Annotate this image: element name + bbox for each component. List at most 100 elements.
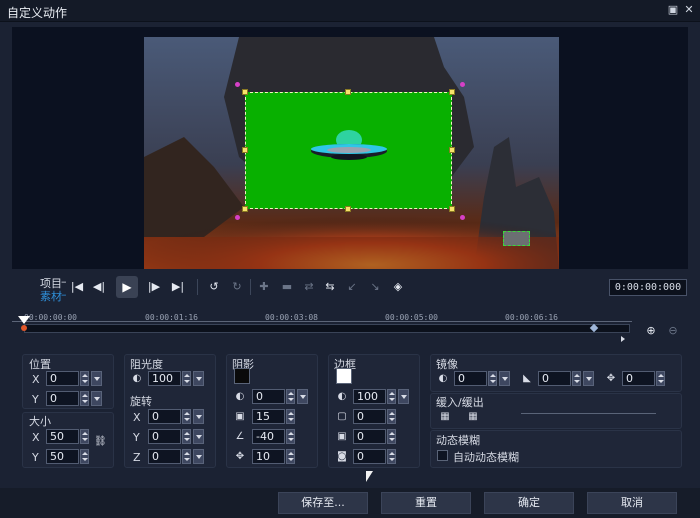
save-as-button[interactable]: 保存至... <box>278 492 368 514</box>
timecode-field[interactable]: 0:00:00:000 <box>609 279 687 296</box>
mirror-fade-icon: ◣ <box>523 373 531 384</box>
shadow-distance-stepper[interactable] <box>286 449 295 464</box>
auto-motion-blur-checkbox[interactable] <box>437 450 448 461</box>
distort-handle[interactable] <box>235 82 240 87</box>
mirror-opacity-input[interactable]: 0 <box>454 371 487 386</box>
maximize-icon[interactable]: ▣ <box>667 4 679 16</box>
border-opacity-input[interactable]: 100 <box>353 389 386 404</box>
distort-handle[interactable] <box>460 82 465 87</box>
border-opacity-stepper[interactable] <box>387 389 396 404</box>
shadow-angle-input[interactable]: -40 <box>252 429 285 444</box>
position-y-input[interactable]: 0 <box>46 391 79 406</box>
zoom-in-icon[interactable]: ⊕ <box>641 322 661 340</box>
rotation-z-input[interactable]: 0 <box>148 449 181 464</box>
size-y-input[interactable]: 50 <box>46 449 79 464</box>
resize-handle[interactable] <box>449 147 455 153</box>
shadow-angle-icon: ∠ <box>235 431 245 442</box>
preview-canvas[interactable] <box>144 37 559 269</box>
cancel-button[interactable]: 取消 <box>587 492 677 514</box>
mirror-offset-stepper[interactable] <box>656 371 665 386</box>
zoom-out-icon[interactable]: ⊖ <box>663 322 683 340</box>
resize-handle[interactable] <box>242 147 248 153</box>
resize-handle[interactable] <box>449 206 455 212</box>
border-width-stepper[interactable] <box>387 429 396 444</box>
mirror-fade-input[interactable]: 0 <box>538 371 571 386</box>
rotation-y-stepper[interactable] <box>182 429 191 444</box>
distort-handle[interactable] <box>460 215 465 220</box>
rotation-x-input[interactable]: 0 <box>148 409 181 424</box>
border-feather-input[interactable]: 0 <box>353 449 386 464</box>
clip-label[interactable]: 素材 <box>40 288 62 304</box>
rotation-y-dropdown[interactable] <box>193 429 204 444</box>
shadow-opacity-input[interactable]: 0 <box>252 389 285 404</box>
resize-handle[interactable] <box>345 89 351 95</box>
ease-in-icon[interactable]: ▦ <box>439 411 451 423</box>
link-aspect-icon[interactable]: ⛓ <box>94 436 107 448</box>
resize-handle[interactable] <box>242 206 248 212</box>
go-to-end-icon[interactable]: ▶| <box>168 278 188 296</box>
border-feather-stepper[interactable] <box>387 449 396 464</box>
border-width-input[interactable]: 0 <box>353 429 386 444</box>
size-y-stepper[interactable] <box>80 449 89 464</box>
rotation-y-input[interactable]: 0 <box>148 429 181 444</box>
rotation-x-dropdown[interactable] <box>193 409 204 424</box>
playhead-position <box>21 325 27 331</box>
opacity-dropdown[interactable] <box>193 371 204 386</box>
keyframe-options-icon[interactable]: ◈ <box>388 278 408 296</box>
border-opacity-dropdown[interactable] <box>398 389 409 404</box>
mirror-opacity-stepper[interactable] <box>488 371 497 386</box>
border-color-swatch[interactable] <box>336 368 352 384</box>
ok-button[interactable]: 确定 <box>484 492 574 514</box>
opacity-stepper[interactable] <box>182 371 191 386</box>
previous-frame-icon[interactable]: ◀| <box>89 278 109 296</box>
shadow-distance-input[interactable]: 10 <box>252 449 285 464</box>
shadow-color-swatch[interactable] <box>234 368 250 384</box>
ease-slider[interactable] <box>521 413 656 414</box>
size-x-input[interactable]: 50 <box>46 429 79 444</box>
mirror-opacity-dropdown[interactable] <box>499 371 510 386</box>
close-icon[interactable]: ✕ <box>683 4 695 16</box>
resize-handle[interactable] <box>242 89 248 95</box>
mirror-fade-dropdown[interactable] <box>583 371 594 386</box>
move-keyframe-left-icon[interactable]: ↙ <box>342 278 362 296</box>
distort-handle[interactable] <box>235 215 240 220</box>
move-keyframe-right-icon[interactable]: ↘ <box>365 278 385 296</box>
reverse-keyframe-icon[interactable]: ⇄ <box>299 278 319 296</box>
border-corner-input[interactable]: 0 <box>353 409 386 424</box>
keyframe-track[interactable] <box>24 324 630 333</box>
border-corner-stepper[interactable] <box>387 409 396 424</box>
position-y-dropdown[interactable] <box>91 391 102 406</box>
redo-icon[interactable]: ↻ <box>227 278 247 296</box>
next-frame-icon[interactable]: |▶ <box>144 278 164 296</box>
position-x-stepper[interactable] <box>80 371 89 386</box>
mirror-fade-stepper[interactable] <box>572 371 581 386</box>
position-x-dropdown[interactable] <box>91 371 102 386</box>
position-x-input[interactable]: 0 <box>46 371 79 386</box>
rotation-z-stepper[interactable] <box>182 449 191 464</box>
add-keyframe-icon[interactable]: ✚ <box>254 278 274 296</box>
size-x-stepper[interactable] <box>80 429 89 444</box>
shadow-opacity-stepper[interactable] <box>286 389 295 404</box>
ease-out-icon[interactable]: ▦ <box>467 411 479 423</box>
shadow-blur-input[interactable]: 15 <box>252 409 285 424</box>
opacity-input[interactable]: 100 <box>148 371 181 386</box>
resize-handle[interactable] <box>345 206 351 212</box>
swap-icon[interactable]: ⇆ <box>320 278 340 296</box>
play-button[interactable]: ▶ <box>116 276 138 298</box>
mirror-offset-input[interactable]: 0 <box>622 371 655 386</box>
playhead-marker[interactable] <box>18 316 30 324</box>
shadow-angle-stepper[interactable] <box>286 429 295 444</box>
shadow-opacity-dropdown[interactable] <box>297 389 308 404</box>
go-to-start-icon[interactable]: |◀ <box>67 278 87 296</box>
overlay-clip[interactable] <box>245 92 452 209</box>
window-title: 自定义动作 <box>7 6 68 20</box>
rotation-x-stepper[interactable] <box>182 409 191 424</box>
reset-button[interactable]: 重置 <box>381 492 471 514</box>
undo-icon[interactable]: ↺ <box>204 278 224 296</box>
resize-handle[interactable] <box>449 89 455 95</box>
rotation-z-dropdown[interactable] <box>193 449 204 464</box>
position-y-stepper[interactable] <box>80 391 89 406</box>
remove-keyframe-icon[interactable]: ▬ <box>277 278 297 296</box>
shadow-blur-stepper[interactable] <box>286 409 295 424</box>
shadow-preview[interactable] <box>503 231 530 246</box>
